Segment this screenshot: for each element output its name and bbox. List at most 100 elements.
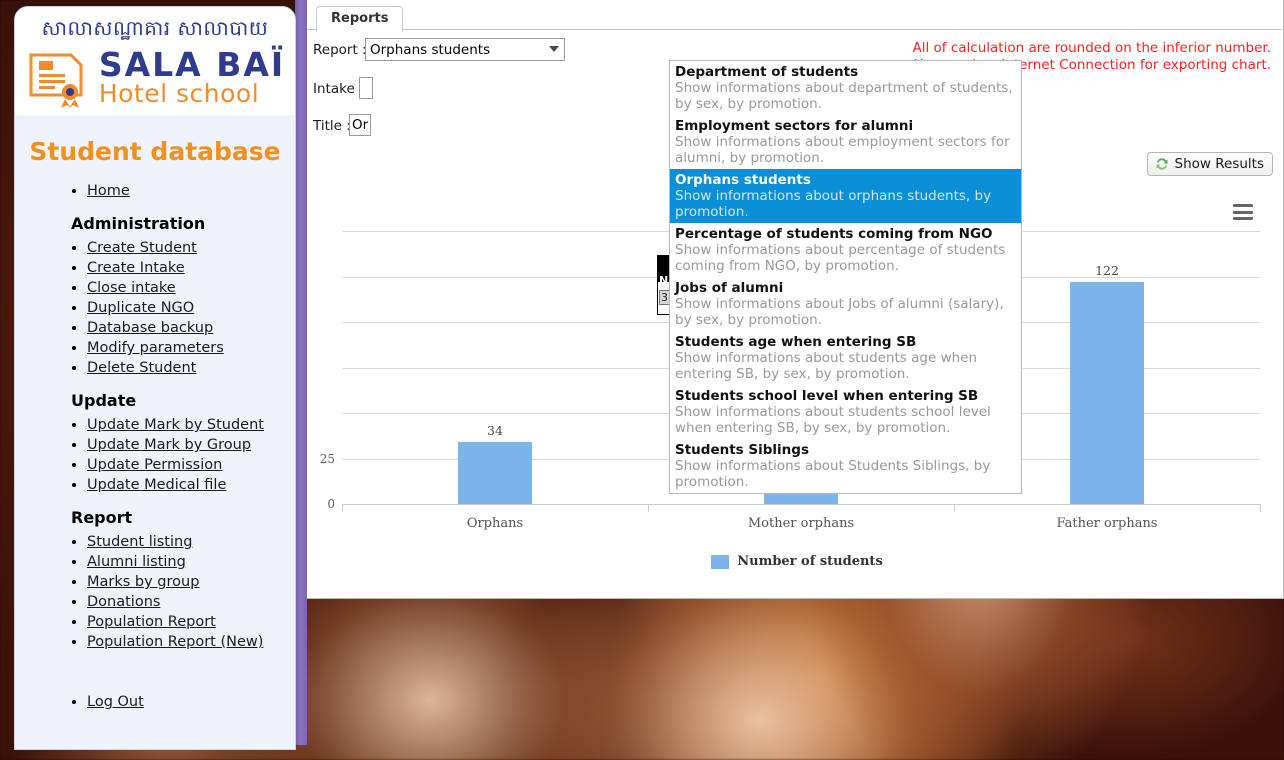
sidebar-list-logout: Log Out [15, 693, 295, 711]
sidebar-item-log-out[interactable]: Log Out [87, 694, 144, 710]
dropdown-option-label: Department of students [675, 64, 859, 80]
sidebar-list-update: Update Mark by Student Update Mark by Gr… [15, 416, 295, 494]
report-label: Report : [313, 42, 367, 58]
list-item: Home [87, 182, 295, 200]
dropdown-option-description: Show informations about orphans students… [675, 188, 992, 220]
dropdown-option[interactable]: Students Siblings Show informations about… [670, 439, 1021, 493]
list-item: Create Student [87, 239, 295, 257]
list-item: Update Mark by Group [87, 436, 295, 454]
dropdown-option-description: Show informations about employment secto… [675, 134, 1010, 166]
list-item: Update Medical file [87, 476, 295, 494]
title-label: Title : [313, 118, 351, 134]
sidebar: សាលាសណ្ឋាគារ សាលាបាយ SALA BAÏ Hotel scho… [14, 6, 296, 750]
chart-legend: Number of students [317, 554, 1277, 569]
list-item: Modify parameters [87, 339, 295, 357]
sidebar-item-student-listing[interactable]: Student listing [87, 534, 192, 550]
chart-y-tick-label: 0 [327, 497, 335, 511]
dropdown-option-description: Show informations about department of st… [675, 80, 1013, 112]
logo-tagline-text: Hotel school [98, 79, 260, 109]
list-item: Delete Student [87, 359, 295, 377]
sidebar-home-list: Home [15, 182, 295, 200]
dropdown-option-description: Show informations about Jobs of alumni (… [675, 296, 1004, 328]
list-item: Alumni listing [87, 553, 295, 571]
sidebar-item-marks-by-group[interactable]: Marks by group [87, 574, 199, 590]
legend-label: Number of students [737, 554, 883, 569]
list-item: Database backup [87, 319, 295, 337]
dropdown-option-description: Show informations about students age whe… [675, 350, 978, 382]
chart-x-tick-mark [648, 504, 649, 512]
sidebar-list-report: Student listing Alumni listing Marks by … [15, 533, 295, 651]
sidebar-item-database-backup[interactable]: Database backup [87, 320, 213, 336]
sidebar-list-administration: Create Student Create Intake Close intak… [15, 239, 295, 377]
dropdown-option-label: Students Siblings [675, 442, 809, 458]
intake-label: Intake : [313, 81, 364, 97]
sidebar-heading-update: Update [71, 391, 137, 410]
list-item: Population Report [87, 613, 295, 631]
chevron-down-icon [549, 46, 559, 52]
dropdown-option[interactable]: Orphans students Show informations about … [670, 169, 1021, 223]
list-item: Close intake [87, 279, 295, 297]
dropdown-option-label: Percentage of students coming from NGO [675, 226, 993, 242]
logo-name-text: SALA BAÏ [98, 45, 286, 85]
hamburger-menu-icon[interactable] [1233, 204, 1253, 220]
show-results-label: Show Results [1174, 156, 1264, 172]
chart-category-label: Orphans [466, 516, 524, 531]
dropdown-option-label: Orphans students [675, 172, 811, 188]
chart-bar-value-label: 34 [487, 423, 503, 439]
chart-bar[interactable] [1070, 281, 1144, 504]
list-item: Student listing [87, 533, 295, 551]
title-input[interactable]: Or [349, 114, 371, 136]
sidebar-item-home[interactable]: Home [87, 183, 130, 199]
chart-category-label: Mother orphans [747, 516, 855, 531]
dropdown-option[interactable]: Department of students Show informations … [670, 61, 1021, 115]
report-select[interactable]: Orphans students [365, 38, 565, 61]
legend-swatch [711, 554, 730, 569]
sidebar-item-population-report[interactable]: Population Report [87, 614, 216, 630]
sidebar-item-create-intake[interactable]: Create Intake [87, 260, 185, 276]
chart-bar-value-label: 122 [1095, 262, 1119, 278]
intake-input[interactable] [359, 77, 373, 99]
chart-bar[interactable] [458, 442, 532, 504]
show-results-button[interactable]: Show Results [1146, 152, 1273, 176]
sidebar-item-create-student[interactable]: Create Student [87, 240, 197, 256]
report-dropdown-list[interactable]: Department of students Show informations … [669, 60, 1022, 494]
dropdown-option[interactable]: Jobs of alumni Show informations about Jo… [670, 277, 1021, 331]
sidebar-item-alumni-listing[interactable]: Alumni listing [87, 554, 186, 570]
list-item: Population Report (New) [87, 633, 295, 651]
refresh-arrows-icon [1156, 158, 1168, 170]
dropdown-option-label: Employment sectors for alumni [675, 118, 914, 134]
dropdown-option[interactable]: Students school level when entering SB Sh… [670, 385, 1021, 439]
chart-x-tick-mark [342, 504, 343, 512]
sidebar-item-update-permission[interactable]: Update Permission [87, 457, 222, 473]
chart-x-tick-mark [1260, 504, 1261, 512]
dropdown-option[interactable]: Percentage of students coming from NGO Sh… [670, 223, 1021, 277]
sidebar-item-update-medical-file[interactable]: Update Medical file [87, 477, 226, 493]
dropdown-option-label: Students school level when entering SB [675, 388, 979, 404]
dropdown-option-description: Show informations about Students Sibling… [675, 458, 991, 490]
list-item: Donations [87, 593, 295, 611]
sidebar-item-population-report-new[interactable]: Population Report (New) [87, 634, 263, 650]
chart-x-tick-mark [954, 504, 955, 512]
tab-reports[interactable]: Reports [316, 6, 404, 32]
tab-strip: Reports [307, 6, 1284, 32]
sidebar-item-update-mark-by-group[interactable]: Update Mark by Group [87, 437, 251, 453]
sidebar-accent-rail [295, 0, 307, 745]
dropdown-option-label: Jobs of alumni [675, 280, 784, 296]
dropdown-option[interactable]: Employment sectors for alumni Show inform… [670, 115, 1021, 169]
chart-y-tick-label: 25 [319, 451, 335, 466]
sidebar-item-close-intake[interactable]: Close intake [87, 280, 176, 296]
mini-widget-letter: N [659, 274, 669, 287]
logo-khmer-text: សាលាសណ្ឋាគារ សាលាបាយ [41, 16, 269, 40]
sidebar-item-modify-parameters[interactable]: Modify parameters [87, 340, 224, 356]
sidebar-item-duplicate-ngo[interactable]: Duplicate NGO [87, 300, 194, 316]
list-item: Update Permission [87, 456, 295, 474]
sidebar-item-update-mark-by-student[interactable]: Update Mark by Student [87, 417, 264, 433]
dropdown-option[interactable]: Students age when entering SB Show inform… [670, 331, 1021, 385]
warning-line-1: All of calculation are rounded on the in… [912, 40, 1271, 56]
sidebar-item-delete-student[interactable]: Delete Student [87, 360, 196, 376]
list-item: Duplicate NGO [87, 299, 295, 317]
page-title: Student database [29, 137, 281, 166]
main-content-panel: Reports Report : Orphans students Intake… [307, 0, 1284, 599]
chart-x-axis [342, 504, 1260, 505]
sidebar-item-donations[interactable]: Donations [87, 594, 160, 610]
